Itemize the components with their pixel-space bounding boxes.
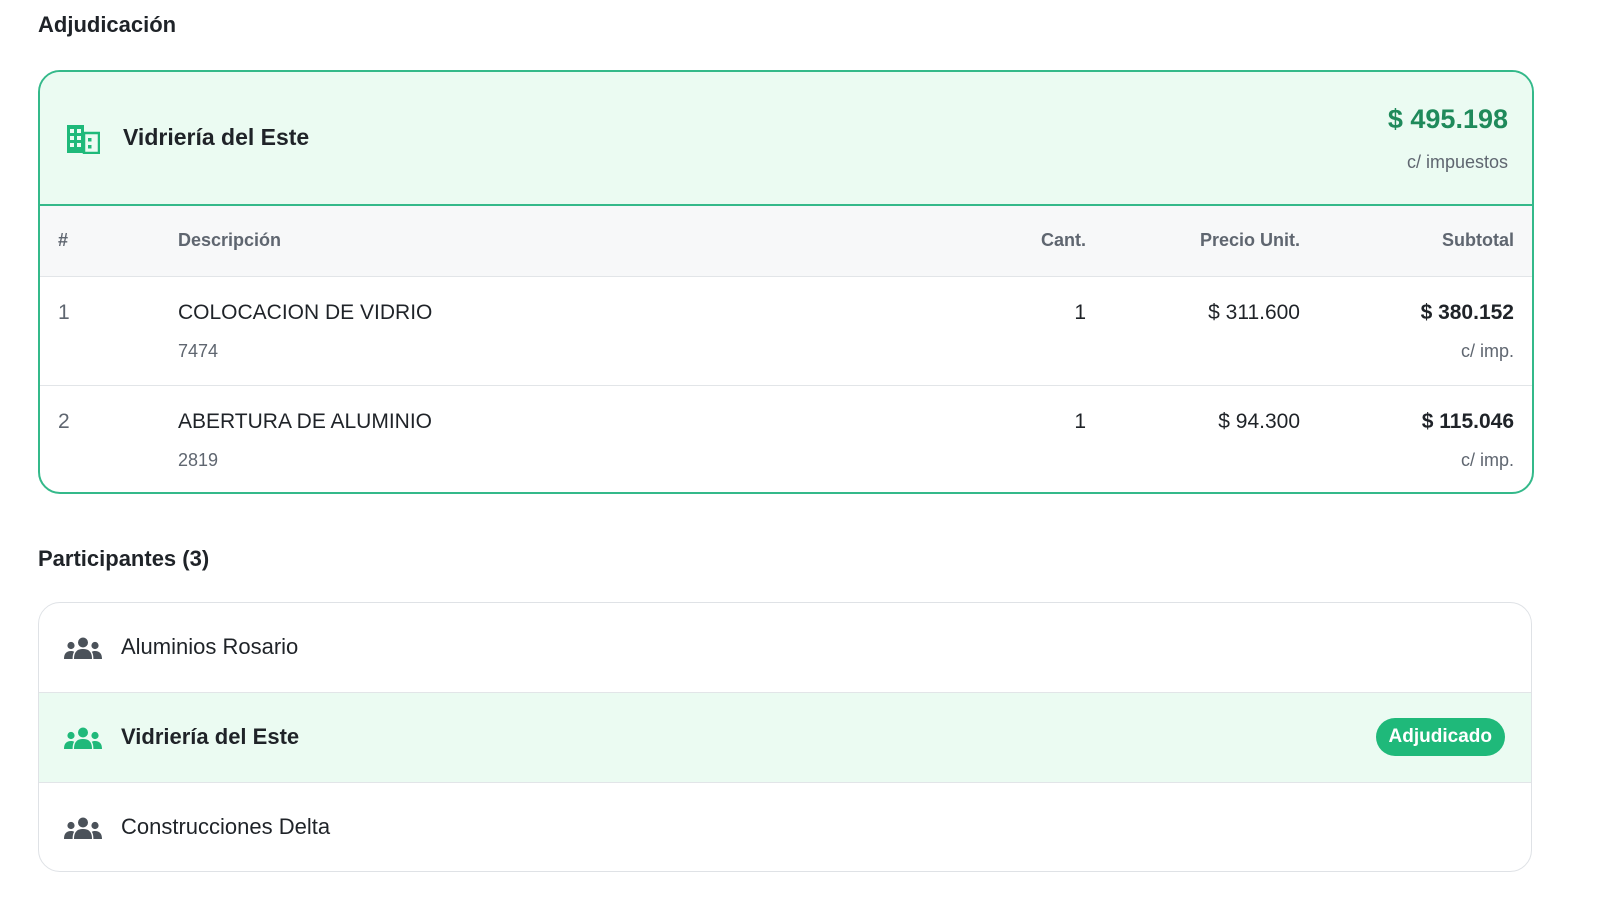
users-icon xyxy=(64,637,102,659)
participants-list: Aluminios Rosario Vidriería del Este Adj… xyxy=(38,602,1532,872)
item-code: 7474 xyxy=(178,341,219,361)
col-quantity-header: Cant. xyxy=(1041,230,1086,250)
items-table-header: # Descripción Cant. Precio Unit. Subtota… xyxy=(40,206,1532,277)
awarded-badge: Adjudicado xyxy=(1375,718,1505,756)
col-number-header: # xyxy=(58,230,69,250)
building-icon xyxy=(67,125,100,154)
participants-section-title: Participantes (3) xyxy=(38,546,210,571)
item-quantity: 1 xyxy=(1074,410,1086,433)
users-icon xyxy=(64,727,102,749)
item-description: ABERTURA DE ALUMINIO xyxy=(178,410,433,433)
participant-name: Vidriería del Este xyxy=(121,724,300,749)
item-subtotal-note: c/ imp. xyxy=(1460,341,1514,361)
col-subtotal-header: Subtotal xyxy=(1442,230,1514,250)
item-code: 2819 xyxy=(178,450,219,470)
participant-name: Construcciones Delta xyxy=(121,814,331,839)
table-row: 1 COLOCACION DE VIDRIO 7474 1 $ 311.600 … xyxy=(40,277,1532,386)
award-header: Vidriería del Este $ 495.198 c/ impuesto… xyxy=(40,72,1532,206)
users-icon xyxy=(64,817,102,839)
item-unit-price: $ 311.600 xyxy=(1208,301,1300,324)
participant-item-awarded[interactable]: Vidriería del Este Adjudicado xyxy=(39,693,1531,783)
participant-name: Aluminios Rosario xyxy=(121,634,299,659)
page: Adjudicación Vidriería del Este $ 495.19… xyxy=(0,0,1600,904)
col-description-header: Descripción xyxy=(178,230,282,250)
item-number: 2 xyxy=(58,410,70,433)
item-quantity: 1 xyxy=(1074,301,1086,324)
item-description: COLOCACION DE VIDRIO xyxy=(178,301,433,324)
award-total: $ 495.198 xyxy=(1387,104,1508,134)
participant-item[interactable]: Construcciones Delta xyxy=(39,783,1531,871)
col-unit-price-header: Precio Unit. xyxy=(1199,230,1300,250)
award-tax-note: c/ impuestos xyxy=(1406,152,1508,172)
item-subtotal: $ 115.046 xyxy=(1421,410,1514,433)
item-number: 1 xyxy=(58,301,70,324)
awarded-vendor-name: Vidriería del Este xyxy=(123,124,310,150)
table-row: 2 ABERTURA DE ALUMINIO 2819 1 $ 94.300 $… xyxy=(40,386,1532,492)
participant-item[interactable]: Aluminios Rosario xyxy=(39,603,1531,693)
item-subtotal: $ 380.152 xyxy=(1420,301,1514,324)
award-card: Vidriería del Este $ 495.198 c/ impuesto… xyxy=(38,70,1534,494)
award-section-title: Adjudicación xyxy=(38,12,177,37)
item-subtotal-note: c/ imp. xyxy=(1460,450,1514,470)
item-unit-price: $ 94.300 xyxy=(1218,410,1300,433)
